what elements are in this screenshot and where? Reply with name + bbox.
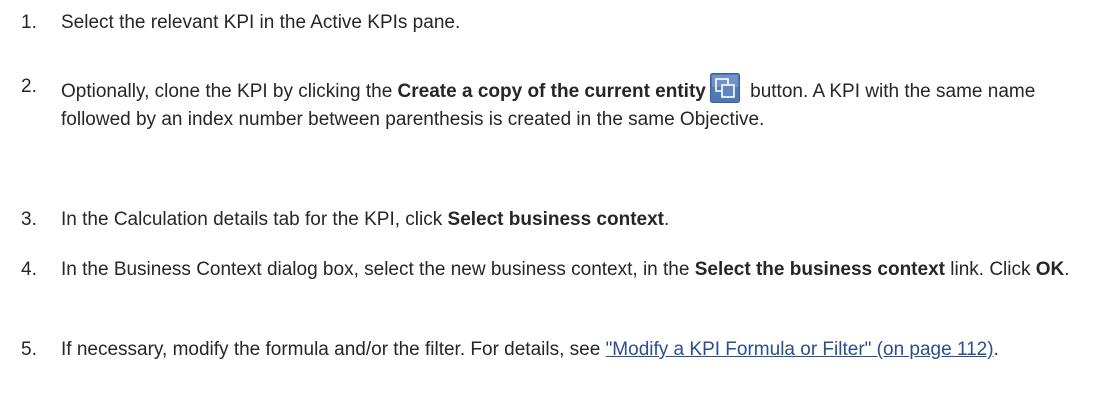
step-number: 3. [21, 209, 37, 230]
step-text: If necessary, modify the formula and/or … [61, 339, 999, 360]
step-text: In the Business Context dialog box, sele… [61, 259, 1070, 280]
ui-label-select-business-context: Select business context [447, 209, 664, 230]
step-number: 4. [21, 259, 37, 280]
list-item-step-3: 3. In the Calculation details tab for th… [21, 206, 1084, 234]
list-item-step-2: 2. Optionally, clone the KPI by clicking… [21, 73, 1084, 134]
list-item-step-1: 1. Select the relevant KPI in the Active… [21, 9, 1084, 37]
ui-label-select-the-business-context: Select the business context [694, 259, 945, 280]
list-item-step-4: 4. In the Business Context dialog box, s… [21, 256, 1084, 284]
step-number: 5. [21, 339, 37, 360]
step-text: Optionally, clone the KPI by clicking th… [61, 73, 1084, 134]
list-item-step-5: 5. If necessary, modify the formula and/… [21, 336, 1084, 364]
step-number: 2. [21, 76, 37, 97]
ui-label-create-copy: Create a copy of the current entity [397, 81, 706, 102]
modify-kpi-formula-link[interactable]: "Modify a KPI Formula or Filter" (on pag… [606, 339, 994, 360]
step-text: In the Calculation details tab for the K… [61, 209, 670, 230]
copy-entity-icon [709, 73, 740, 103]
step-number: 1. [21, 12, 37, 33]
document-page: 1. Select the relevant KPI in the Active… [0, 0, 1104, 402]
step-text: Select the relevant KPI in the Active KP… [61, 12, 461, 33]
ui-label-ok: OK [1035, 259, 1065, 280]
